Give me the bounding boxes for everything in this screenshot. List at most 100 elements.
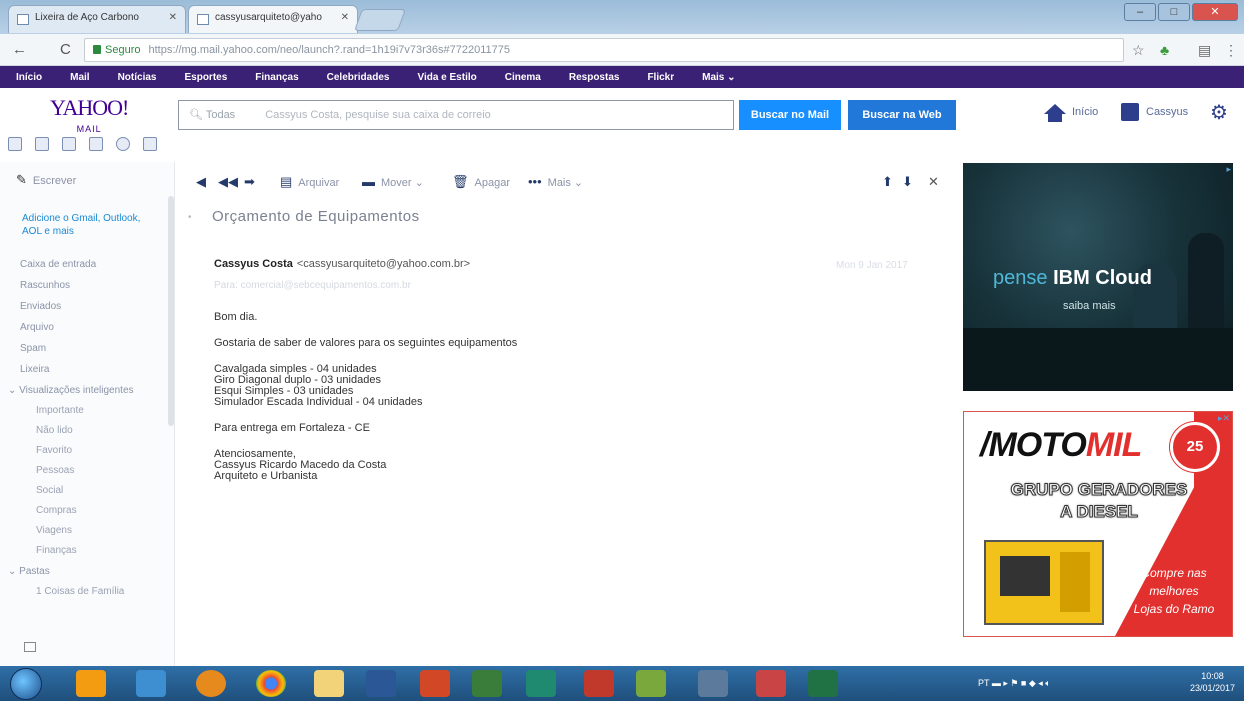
- home-link[interactable]: Início: [1072, 106, 1098, 118]
- powerpoint-icon[interactable]: [420, 670, 450, 697]
- nav-inicio[interactable]: Início: [16, 72, 42, 83]
- acrobat-icon[interactable]: [584, 670, 614, 697]
- extension2-icon[interactable]: ▤: [1198, 42, 1211, 59]
- sender-name[interactable]: Cassyus Costa: [214, 258, 293, 270]
- smart-views-toggle[interactable]: ⌄ Visualizações inteligentes: [8, 380, 134, 401]
- smart-view-people[interactable]: Pessoas: [36, 461, 134, 481]
- system-tray[interactable]: PT ▬ ▸ ⚑ ■ ◆ ◂ 🔈︎: [978, 678, 1051, 689]
- app-icon[interactable]: [526, 670, 556, 697]
- ie-icon[interactable]: [136, 670, 166, 697]
- sidebar-scrollbar[interactable]: [168, 196, 174, 426]
- folder-icon: ▬: [362, 174, 375, 189]
- nav-flickr[interactable]: Flickr: [647, 72, 674, 83]
- clock[interactable]: 10:08 23/01/2017: [1190, 670, 1235, 694]
- motomil-ad[interactable]: /MOTOMIL 25 GRUPO GERADORES A DIESEL Com…: [963, 411, 1233, 637]
- nav-noticias[interactable]: Notícias: [118, 72, 157, 83]
- nav-mais[interactable]: Mais ⌄: [702, 72, 735, 83]
- home-icon[interactable]: [1044, 104, 1066, 122]
- yahoo-mail-logo[interactable]: YAHOO! MAIL: [50, 97, 129, 139]
- nav-mail[interactable]: Mail: [70, 72, 89, 83]
- start-button[interactable]: [10, 668, 42, 700]
- clock-time: 10:08: [1201, 671, 1224, 681]
- folder-drafts[interactable]: Rascunhos: [20, 275, 134, 296]
- compose-button[interactable]: ✎ Escrever: [16, 172, 76, 188]
- archive-button[interactable]: ▤ Arquivar: [280, 174, 339, 190]
- notepad-icon[interactable]: [89, 137, 103, 151]
- back-icon[interactable]: ←: [12, 41, 27, 58]
- folder-inbox[interactable]: Caixa de entrada: [20, 254, 134, 275]
- adchoices-icon[interactable]: ▸: [1226, 164, 1231, 175]
- reload-icon[interactable]: C: [60, 41, 71, 58]
- menu-icon[interactable]: ⋮: [1224, 42, 1238, 59]
- collapse-icon[interactable]: [24, 642, 36, 652]
- user-link[interactable]: Cassyus: [1146, 106, 1188, 118]
- add-accounts-link[interactable]: Adicione o Gmail, Outlook, AOL e mais: [22, 212, 142, 238]
- reply-all-icon[interactable]: ◀◀: [218, 174, 238, 190]
- browser-tab-1[interactable]: Lixeira de Aço Carbono ✕: [8, 5, 186, 33]
- browser-tab-2[interactable]: cassyusarquiteto@yaho ✕: [188, 5, 358, 33]
- minimize-button[interactable]: –: [1124, 3, 1156, 21]
- app-icon[interactable]: [636, 670, 666, 697]
- app-icon[interactable]: [472, 670, 502, 697]
- search-mail-button[interactable]: Buscar no Mail: [739, 100, 841, 130]
- gear-icon[interactable]: ⚙: [1210, 100, 1228, 125]
- smart-view-finance[interactable]: Finanças: [36, 541, 134, 561]
- url-path: /neo/launch?.rand=1h19i7v73r36s#77220117…: [276, 44, 511, 56]
- mail-app-icon[interactable]: [8, 137, 22, 151]
- nav-vida-estilo[interactable]: Vida e Estilo: [417, 72, 476, 83]
- close-window-button[interactable]: ✕: [1192, 3, 1238, 21]
- app-icon[interactable]: [76, 670, 106, 697]
- search-scope[interactable]: 🔍︎ Todas: [189, 109, 235, 121]
- smart-view-shopping[interactable]: Compras: [36, 501, 134, 521]
- forward-icon[interactable]: ➡: [244, 174, 255, 190]
- avatar[interactable]: [1121, 103, 1139, 121]
- close-icon[interactable]: ✕: [169, 12, 177, 23]
- extension-icon[interactable]: ♣: [1160, 42, 1169, 58]
- chrome-icon[interactable]: [256, 670, 286, 697]
- nav-financas[interactable]: Finanças: [255, 72, 298, 83]
- star-icon[interactable]: ☆: [1132, 42, 1145, 59]
- more-button[interactable]: ••• Mais ⌄: [528, 174, 583, 189]
- word-icon[interactable]: [366, 670, 396, 697]
- search-web-button[interactable]: Buscar na Web: [848, 100, 956, 130]
- new-tab-button[interactable]: [353, 9, 407, 31]
- folders-toggle[interactable]: ⌄ Pastas: [8, 561, 134, 582]
- delete-button[interactable]: 🗑︎ Apagar: [452, 174, 510, 190]
- sender-email[interactable]: <cassyusarquiteto@yahoo.com.br>: [297, 258, 470, 270]
- close-icon[interactable]: ✕: [928, 174, 939, 190]
- smart-view-unread[interactable]: Não lido: [36, 421, 134, 441]
- nav-cinema[interactable]: Cinema: [505, 72, 541, 83]
- excel-icon[interactable]: [808, 670, 838, 697]
- folder-archive[interactable]: Arquivo: [20, 317, 134, 338]
- reply-icon[interactable]: ◀: [196, 174, 206, 190]
- ibm-cloud-ad[interactable]: pense IBM Cloud saiba mais ▸: [963, 163, 1233, 391]
- search-input[interactable]: 🔍︎ Todas Cassyus Costa, pesquise sua caix…: [178, 100, 734, 130]
- close-icon[interactable]: ✕: [341, 12, 349, 23]
- app-icon[interactable]: [698, 670, 728, 697]
- folder-trash[interactable]: Lixeira: [20, 359, 134, 380]
- smart-view-travel[interactable]: Viagens: [36, 521, 134, 541]
- address-bar[interactable]: Seguro https://mg.mail.yahoo.com/neo/laun…: [84, 38, 1124, 62]
- maximize-button[interactable]: □: [1158, 3, 1190, 21]
- calendar-icon[interactable]: [62, 137, 76, 151]
- smart-view-important[interactable]: Importante: [36, 401, 134, 421]
- messenger-icon[interactable]: [116, 137, 130, 151]
- folder-icon[interactable]: [314, 670, 344, 697]
- nav-esportes[interactable]: Esportes: [184, 72, 227, 83]
- nav-respostas[interactable]: Respostas: [569, 72, 620, 83]
- folder-sent[interactable]: Enviados: [20, 296, 134, 317]
- app-icon[interactable]: [196, 670, 226, 697]
- adchoices-icon[interactable]: ▸✕: [1218, 413, 1230, 424]
- move-button[interactable]: ▬ Mover ⌄: [362, 174, 424, 189]
- next-message-icon[interactable]: ⬇: [902, 174, 913, 190]
- folder-family[interactable]: 1 Coisas de Família: [36, 582, 134, 602]
- nav-celebridades[interactable]: Celebridades: [327, 72, 390, 83]
- folder-spam[interactable]: Spam: [20, 338, 134, 359]
- newsfeed-icon[interactable]: [143, 137, 157, 151]
- prev-message-icon[interactable]: ⬆: [882, 174, 893, 190]
- smart-view-starred[interactable]: Favorito: [36, 441, 134, 461]
- ad-cta[interactable]: saiba mais: [1063, 300, 1116, 312]
- app-icon[interactable]: [756, 670, 786, 697]
- smart-view-social[interactable]: Social: [36, 481, 134, 501]
- contacts-icon[interactable]: [35, 137, 49, 151]
